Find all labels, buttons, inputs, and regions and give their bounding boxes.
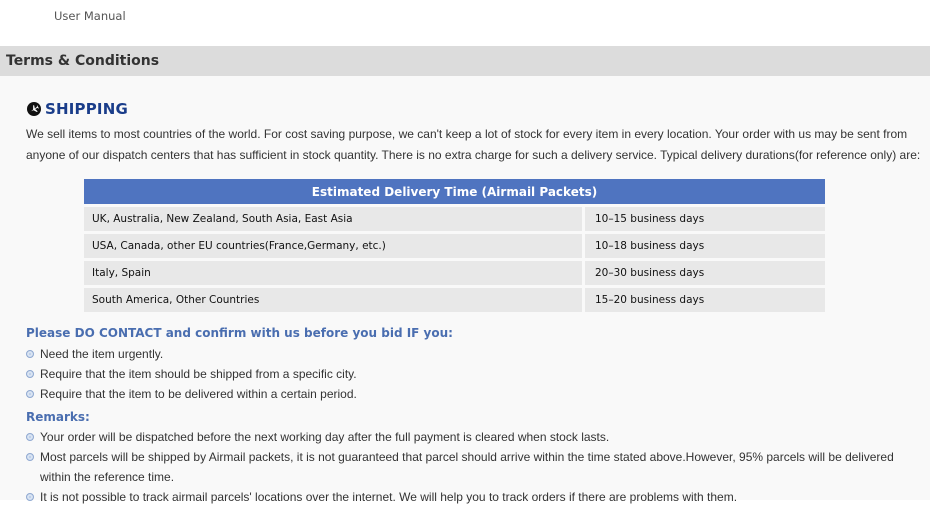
list-item: It is not possible to track airmail parc…: [26, 487, 921, 507]
region-cell: South America, Other Countries: [84, 288, 585, 312]
airplane-icon: [27, 102, 41, 116]
region-cell: USA, Canada, other EU countries(France,G…: [84, 234, 585, 258]
region-cell: Italy, Spain: [84, 261, 585, 285]
list-item-text: It is not possible to track airmail parc…: [40, 490, 738, 504]
contact-list: Need the item urgently. Require that the…: [26, 344, 921, 404]
remarks-list: Your order will be dispatched before the…: [26, 427, 921, 507]
list-item: Your order will be dispatched before the…: [26, 427, 921, 447]
delivery-time-table: Estimated Delivery Time (Airmail Packets…: [84, 176, 825, 315]
list-item-text: Most parcels will be shipped by Airmail …: [40, 450, 894, 484]
shipping-content: SHIPPING We sell items to most countries…: [0, 76, 930, 504]
days-cell: 10–18 business days: [585, 234, 825, 258]
terms-conditions-title: Terms & Conditions: [6, 53, 160, 69]
contact-heading: Please DO CONTACT and confirm with us be…: [26, 326, 453, 340]
table-row: UK, Australia, New Zealand, South Asia, …: [84, 207, 825, 231]
days-cell: 15–20 business days: [585, 288, 825, 312]
list-item: Require that the item should be shipped …: [26, 364, 921, 384]
bullet-icon: [26, 350, 34, 358]
terms-conditions-bar: Terms & Conditions: [0, 46, 930, 76]
delivery-table-header: Estimated Delivery Time (Airmail Packets…: [84, 179, 825, 204]
region-cell: UK, Australia, New Zealand, South Asia, …: [84, 207, 585, 231]
list-item-text: Your order will be dispatched before the…: [40, 430, 610, 444]
bullet-icon: [26, 453, 34, 461]
list-item: Need the item urgently.: [26, 344, 921, 364]
table-row: Italy, Spain 20–30 business days: [84, 261, 825, 285]
days-cell: 20–30 business days: [585, 261, 825, 285]
list-item: Require that the item to be delivered wi…: [26, 384, 921, 404]
list-item-text: Need the item urgently.: [40, 347, 164, 361]
user-manual-link[interactable]: User Manual: [54, 9, 126, 23]
top-bar: User Manual: [0, 0, 930, 46]
days-cell: 10–15 business days: [585, 207, 825, 231]
shipping-heading: SHIPPING: [27, 100, 128, 118]
bullet-icon: [26, 370, 34, 378]
shipping-intro: We sell items to most countries of the w…: [26, 127, 921, 162]
bullet-icon: [26, 390, 34, 398]
bullet-icon: [26, 433, 34, 441]
list-item-text: Require that the item to be delivered wi…: [40, 387, 357, 401]
table-row: USA, Canada, other EU countries(France,G…: [84, 234, 825, 258]
list-item: Most parcels will be shipped by Airmail …: [26, 447, 921, 487]
table-row: South America, Other Countries 15–20 bus…: [84, 288, 825, 312]
list-item-text: Require that the item should be shipped …: [40, 367, 357, 381]
shipping-title: SHIPPING: [45, 100, 128, 118]
remarks-heading: Remarks:: [26, 410, 90, 424]
